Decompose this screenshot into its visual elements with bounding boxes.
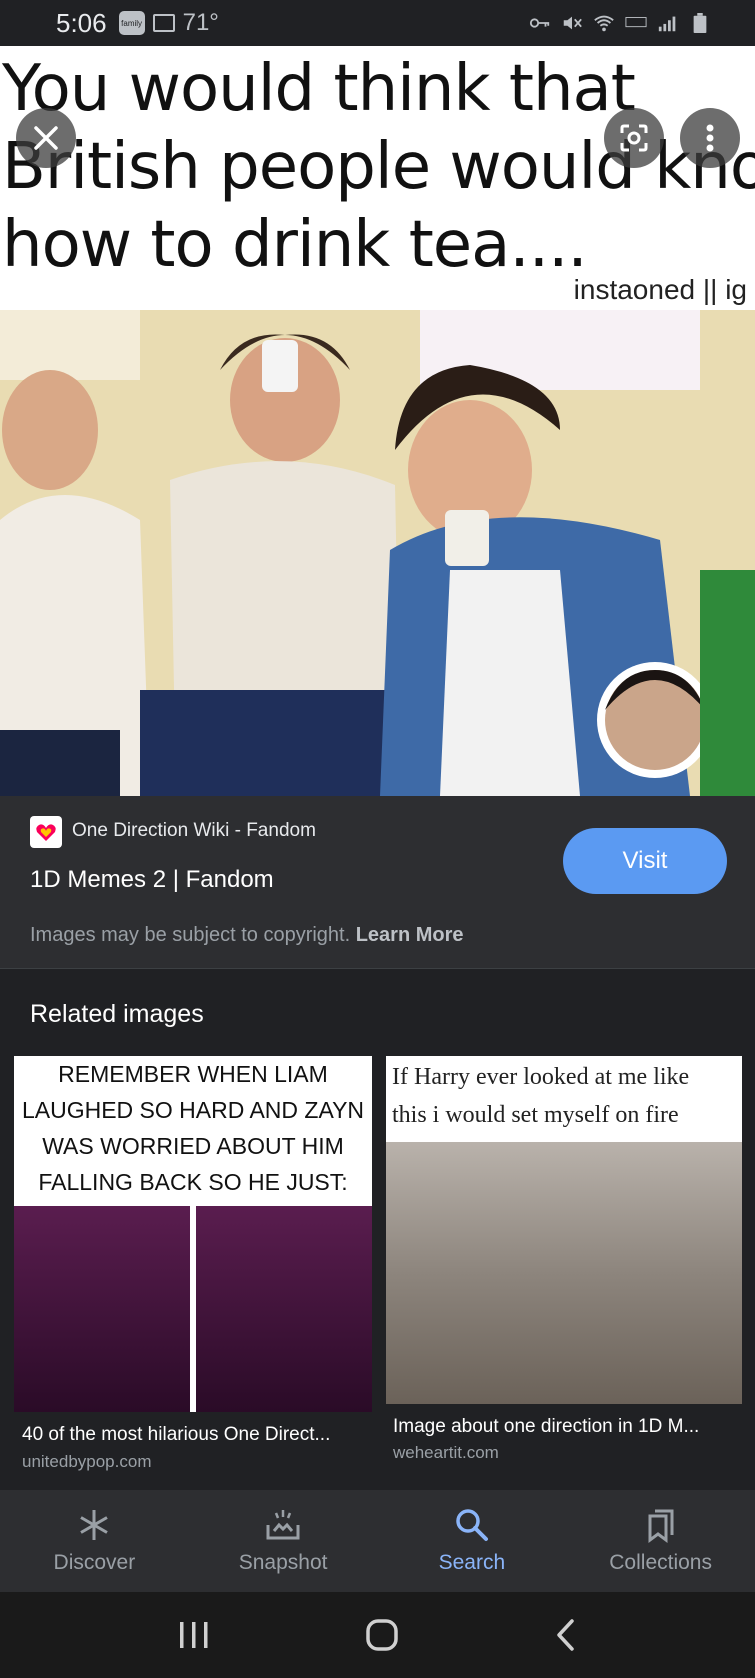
fandom-favicon-icon (30, 816, 62, 848)
collections-icon (648, 1509, 674, 1543)
related-image-2-photo (386, 1142, 742, 1404)
image-viewer[interactable]: You would think that British people woul… (0, 46, 755, 796)
related-image-2[interactable]: If Harry ever looked at me like this i w… (386, 1056, 742, 1404)
asterisk-icon (80, 1510, 109, 1540)
related-image-2-caption: If Harry ever looked at me like this i w… (386, 1056, 742, 1136)
copyright-notice: Images may be subject to copyright. Lear… (30, 924, 464, 947)
more-options-button[interactable] (680, 108, 740, 168)
lte-icon (625, 17, 647, 28)
meme-credit: instaoned || ig (573, 274, 747, 305)
signal-icon (658, 16, 676, 32)
battery-icon (693, 13, 707, 33)
nav-discover[interactable]: Discover (0, 1490, 189, 1592)
related-image-1-caption: REMEMBER WHEN LIAM LAUGHED SO HARD AND Z… (14, 1056, 372, 1200)
recent-apps-icon[interactable] (177, 1620, 211, 1650)
source-site-name[interactable]: One Direction Wiki - Fandom (72, 820, 316, 842)
key-icon (529, 18, 550, 28)
related-images-heading: Related images (30, 1000, 204, 1028)
status-temperature: 71° (182, 9, 219, 36)
related-image-1-photos (14, 1206, 372, 1412)
nav-collections-label: Collections (609, 1551, 712, 1574)
related-image-2-domain: weheartit.com (393, 1443, 499, 1462)
nav-discover-label: Discover (53, 1551, 136, 1574)
caption-line: If Harry ever looked at me like (392, 1064, 690, 1090)
source-page-title[interactable]: 1D Memes 2 | Fandom (30, 866, 274, 894)
photo-panel (196, 1206, 372, 1412)
search-icon (456, 1509, 488, 1541)
caption-line: WAS WORRIED ABOUT HIM (42, 1133, 344, 1159)
home-icon[interactable] (365, 1618, 399, 1652)
lens-icon (620, 124, 648, 152)
caption-line: this i would set myself on fire (392, 1102, 679, 1128)
family-badge-icon: family (118, 11, 145, 35)
system-navigation-bar (0, 1592, 755, 1678)
gallery-icon (152, 14, 175, 32)
learn-more-link[interactable]: Learn More (356, 924, 464, 946)
caption-line: LAUGHED SO HARD AND ZAYN (21, 1097, 365, 1123)
source-card: One Direction Wiki - Fandom 1D Memes 2 |… (0, 796, 755, 968)
status-bar: 5:06 family 71° (0, 0, 755, 46)
bottom-navigation: Discover Snapshot Search Collections (0, 1490, 755, 1592)
lens-button[interactable] (604, 108, 664, 168)
related-image-2-title[interactable]: Image about one direction in 1D M... (393, 1416, 699, 1438)
divider (0, 968, 755, 969)
copyright-text: Images may be subject to copyright. (30, 924, 351, 946)
nav-collections[interactable]: Collections (566, 1490, 755, 1592)
related-image-1-title[interactable]: 40 of the most hilarious One Direct... (22, 1424, 330, 1446)
nav-search[interactable]: Search (378, 1490, 567, 1592)
related-image-1[interactable]: REMEMBER WHEN LIAM LAUGHED SO HARD AND Z… (14, 1056, 372, 1412)
back-icon[interactable] (554, 1618, 578, 1652)
more-vert-icon (706, 124, 714, 152)
meme-line-3: how to drink tea.... (2, 208, 588, 282)
photo-panel (14, 1206, 190, 1412)
nav-snapshot-label: Snapshot (238, 1551, 328, 1574)
related-image-1-domain: unitedbypop.com (22, 1452, 152, 1471)
caption-line: REMEMBER WHEN LIAM (58, 1061, 328, 1087)
wifi-icon (594, 15, 614, 32)
close-button[interactable] (16, 108, 76, 168)
nav-search-label: Search (438, 1551, 506, 1574)
caption-line: FALLING BACK SO HE JUST: (38, 1169, 348, 1195)
status-time: 5:06 (56, 7, 107, 38)
snapshot-icon (266, 1510, 300, 1540)
meme-photo (0, 310, 755, 796)
meme-caption: You would think that British people woul… (2, 50, 755, 284)
close-icon (34, 126, 58, 150)
visit-button[interactable]: Visit (563, 828, 727, 894)
nav-snapshot[interactable]: Snapshot (189, 1490, 378, 1592)
meme-photo-illustration (0, 310, 755, 796)
mute-icon (563, 16, 582, 30)
